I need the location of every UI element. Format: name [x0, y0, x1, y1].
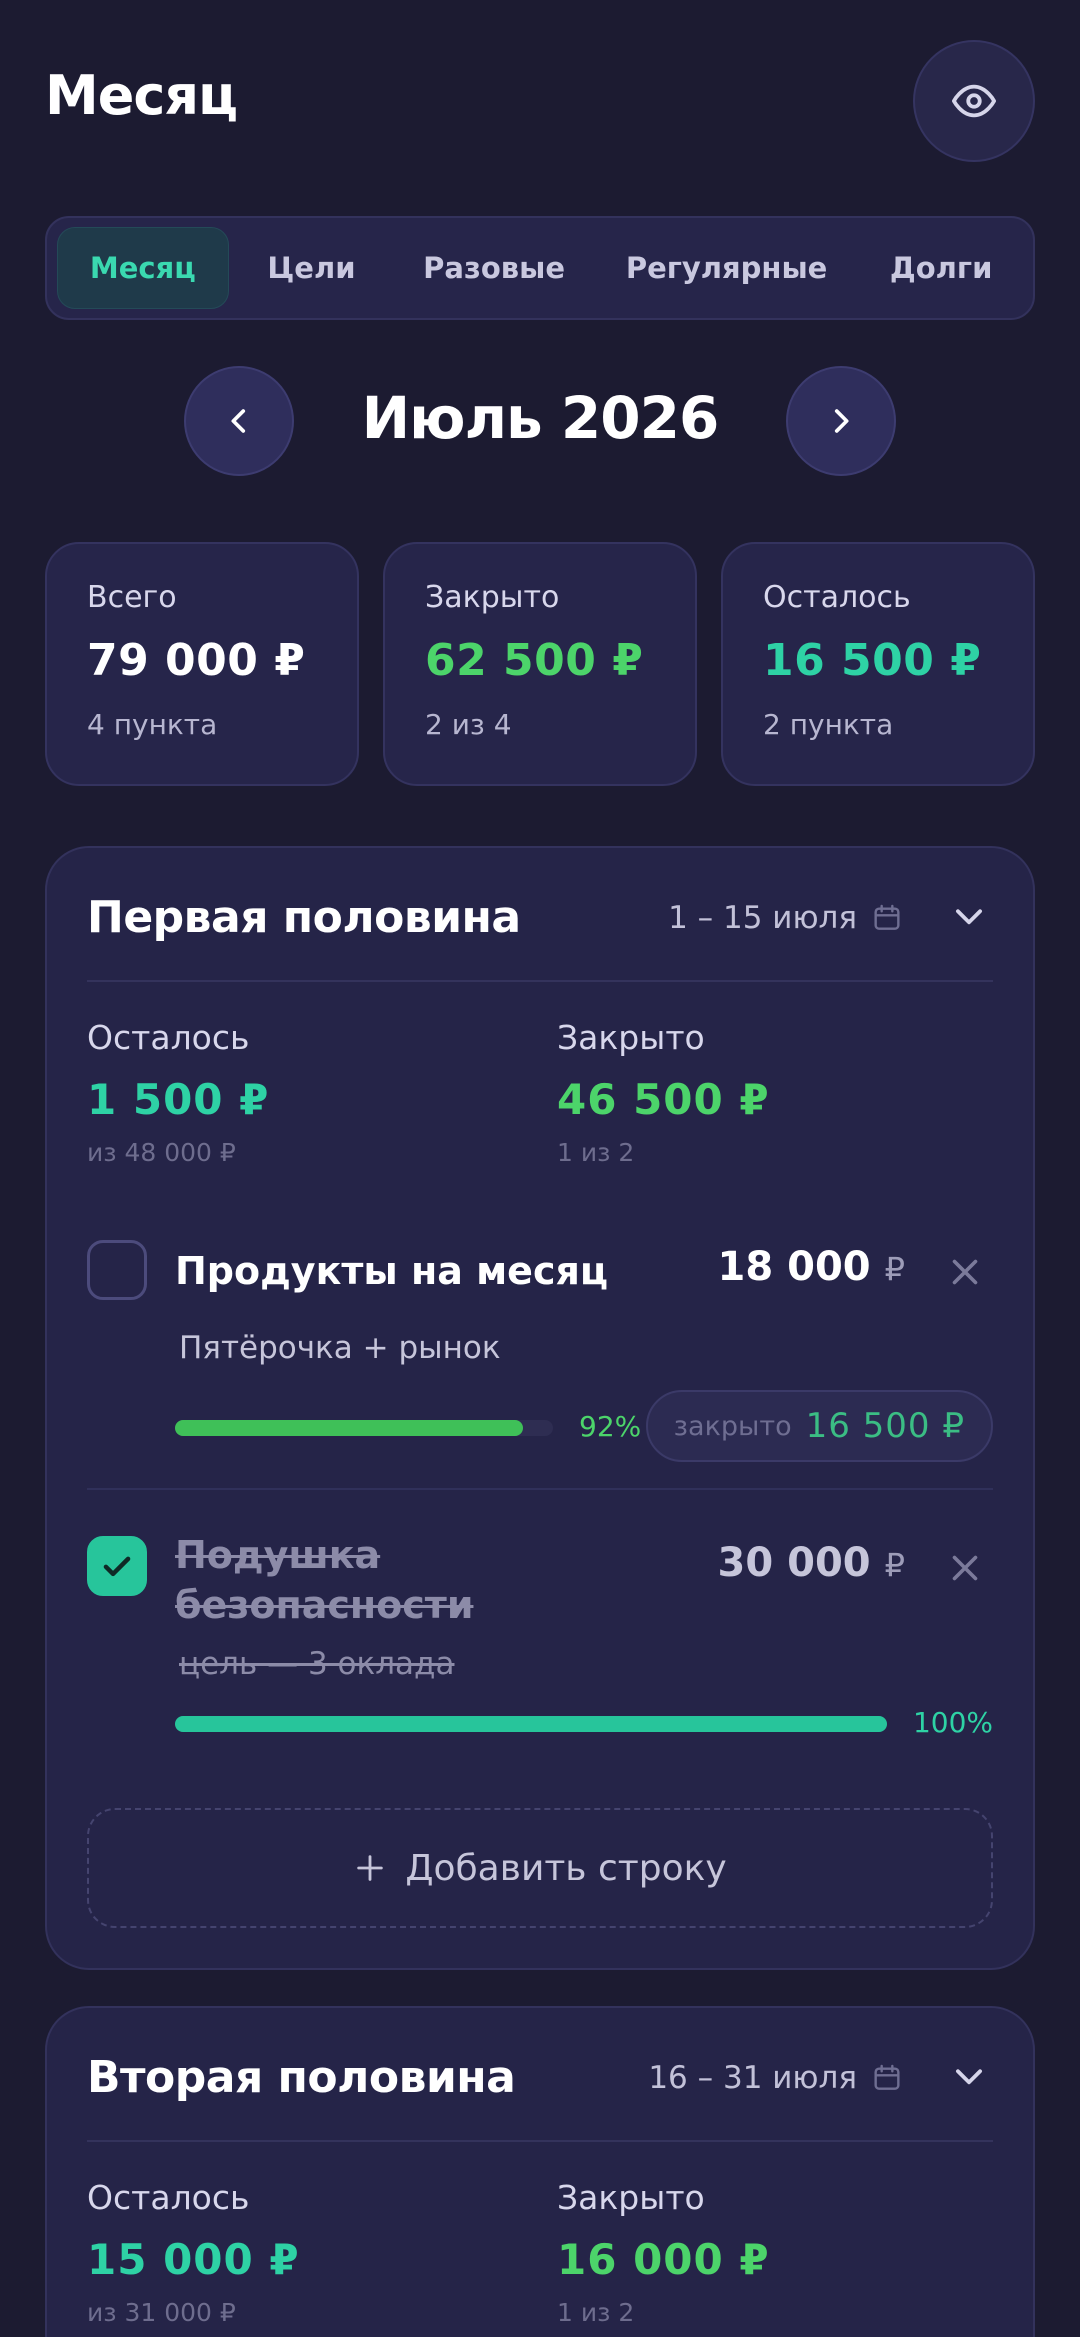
section-title: Первая половина — [87, 892, 521, 943]
stat-label: Закрыто — [557, 2178, 705, 2217]
item-title-line: безопасности — [175, 1583, 474, 1627]
stat-value: 46 500 ₽ — [557, 1075, 770, 1124]
progress-bar — [175, 1420, 553, 1436]
item-checkbox[interactable] — [87, 1240, 147, 1300]
progress-fill — [175, 1420, 523, 1436]
date-range: 16 – 31 июля — [648, 2060, 857, 2096]
calendar-icon — [874, 2064, 900, 2090]
progress-percent: 100% — [912, 1706, 993, 1739]
section-remaining: Осталось 1 500 ₽ из 48 000 ₽ — [87, 1018, 269, 1167]
date-range: 1 – 15 июля — [668, 900, 857, 936]
summary-label: Всего — [87, 580, 177, 615]
tab-debts[interactable]: Долги — [859, 227, 1023, 309]
item-amount[interactable]: 30 000 ₽ — [718, 1540, 905, 1586]
stat-value: 15 000 ₽ — [87, 2235, 300, 2284]
summary-closed-card: Закрыто 62 500 ₽ 2 из 4 — [383, 542, 697, 786]
tab-month[interactable]: Месяц — [57, 227, 229, 309]
progress-percent: 92% — [579, 1410, 642, 1443]
stat-value: 16 000 ₽ — [557, 2235, 770, 2284]
item-title[interactable]: Подушка безопасности — [175, 1530, 473, 1630]
eye-icon — [951, 84, 997, 118]
summary-sub: 2 пункта — [763, 708, 894, 741]
chevron-down-icon — [956, 909, 982, 925]
summary-label: Закрыто — [425, 580, 560, 615]
amount-value: 18 000 — [717, 1244, 871, 1290]
add-row-label: Добавить строку — [405, 1847, 727, 1889]
summary-label: Осталось — [763, 580, 911, 615]
plus-icon — [357, 1855, 384, 1881]
check-icon — [103, 1556, 131, 1577]
summary-sub: 4 пункта — [87, 708, 218, 741]
section-closed: Закрыто 46 500 ₽ 1 из 2 — [557, 1018, 770, 1167]
closed-badge-label: закрыто — [673, 1410, 792, 1442]
stat-sub: 1 из 2 — [557, 2298, 635, 2327]
summary-value: 79 000 ₽ — [87, 635, 306, 686]
item-note: Пятёрочка + рынок — [179, 1330, 501, 1366]
header: Месяц — [45, 40, 1035, 162]
close-icon[interactable] — [947, 1254, 983, 1290]
month-title: Июль 2026 — [361, 384, 720, 452]
page-title: Месяц — [45, 64, 238, 127]
currency-symbol: ₽ — [884, 1250, 905, 1288]
amount-value: 30 000 — [717, 1540, 871, 1586]
stat-label: Осталось — [87, 1018, 250, 1057]
item-note: цель — 3 оклада — [179, 1646, 455, 1682]
tab-one-time[interactable]: Разовые — [394, 227, 594, 309]
item-amount[interactable]: 18 000 ₽ — [718, 1244, 905, 1290]
close-icon[interactable] — [947, 1550, 983, 1586]
calendar-icon — [874, 904, 900, 930]
section-remaining: Осталось 15 000 ₽ из 31 000 ₽ — [87, 2178, 300, 2327]
progress-bar — [175, 1716, 887, 1732]
section-header[interactable]: Вторая половина 16 – 31 июля — [87, 2008, 993, 2142]
next-month-button[interactable] — [786, 366, 896, 476]
section-header[interactable]: Первая половина 1 – 15 июля — [87, 848, 993, 982]
tab-bar: Месяц Цели Разовые Регулярные Долги — [45, 216, 1035, 320]
item-checkbox-checked[interactable] — [87, 1536, 147, 1596]
section-second-half: Вторая половина 16 – 31 июля Осталось 15… — [45, 2006, 1035, 2337]
list-item: Продукты на месяц 18 000 ₽ Пятёрочка + р… — [87, 1240, 993, 1470]
stat-sub: из 31 000 ₽ — [87, 2298, 236, 2327]
item-title[interactable]: Продукты на месяц — [175, 1246, 608, 1296]
summary-remaining-card: Осталось 16 500 ₽ 2 пункта — [721, 542, 1035, 786]
list-item: Подушка безопасности 30 000 ₽ цель — 3 о… — [87, 1533, 993, 1776]
chevron-down-icon — [956, 2069, 982, 2085]
summary-value: 16 500 ₽ — [763, 635, 982, 686]
section-dates[interactable]: 16 – 31 июля — [648, 2060, 903, 2096]
collapse-button[interactable] — [945, 892, 993, 940]
month-navigation: Июль 2026 — [0, 366, 1080, 476]
add-row-button[interactable]: Добавить строку — [87, 1808, 993, 1928]
closed-badge-value: 16 500 ₽ — [805, 1406, 965, 1446]
currency-symbol: ₽ — [884, 1546, 905, 1584]
visibility-toggle-button[interactable] — [913, 40, 1035, 162]
summary-value: 62 500 ₽ — [425, 635, 644, 686]
stat-label: Осталось — [87, 2178, 250, 2217]
summary-total-card: Всего 79 000 ₽ 4 пункта — [45, 542, 359, 786]
item-title-line: Подушка — [175, 1533, 381, 1577]
stat-value: 1 500 ₽ — [87, 1075, 270, 1124]
summary-cards: Всего 79 000 ₽ 4 пункта Закрыто 62 500 ₽… — [45, 542, 1035, 786]
section-first-half: Первая половина 1 – 15 июля Осталось 1 5… — [45, 846, 1035, 1970]
divider — [87, 1488, 993, 1490]
closed-amount-badge[interactable]: закрыто 16 500 ₽ — [645, 1390, 993, 1462]
section-title: Вторая половина — [87, 2052, 516, 2103]
stat-sub: из 48 000 ₽ — [87, 1138, 236, 1167]
stat-label: Закрыто — [557, 1018, 705, 1057]
chevron-right-icon — [834, 409, 849, 433]
tab-goals[interactable]: Цели — [229, 227, 395, 309]
progress-fill — [175, 1716, 887, 1732]
section-closed: Закрыто 16 000 ₽ 1 из 2 — [557, 2178, 770, 2327]
collapse-button[interactable] — [945, 2052, 993, 2100]
section-dates[interactable]: 1 – 15 июля — [668, 900, 903, 936]
summary-sub: 2 из 4 — [425, 708, 512, 741]
stat-sub: 1 из 2 — [557, 1138, 635, 1167]
tab-regular[interactable]: Регулярные — [594, 227, 859, 309]
